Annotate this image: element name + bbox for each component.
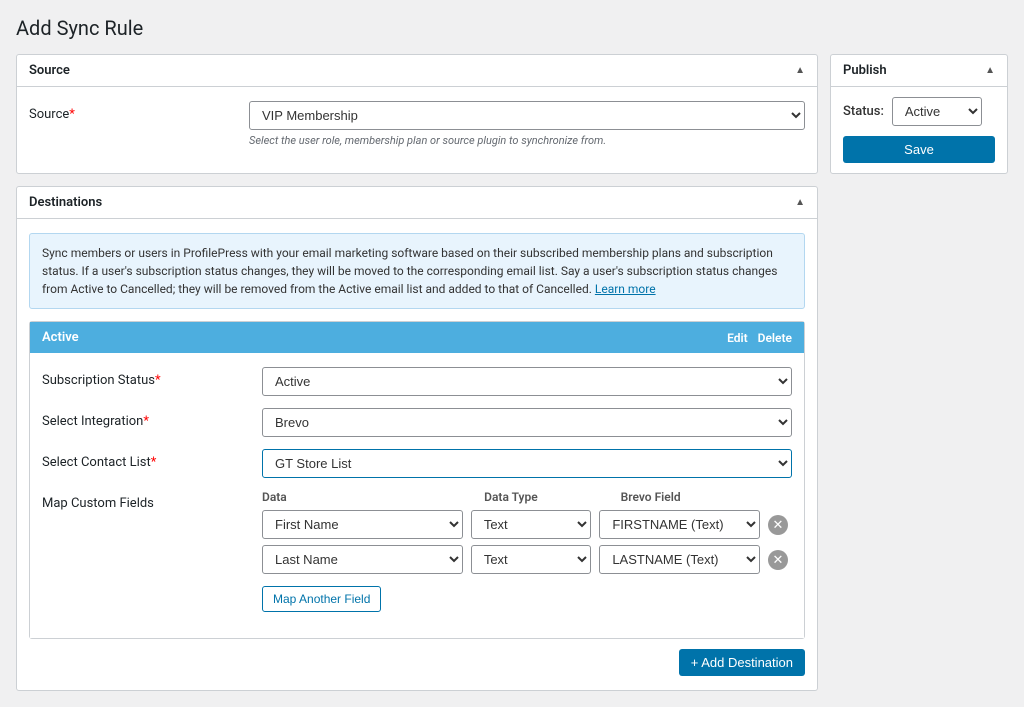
info-banner: Sync members or users in ProfilePress wi… (29, 233, 805, 309)
map-field-select-1[interactable]: FIRSTNAME (Text) (599, 510, 760, 539)
destinations-card-body: Sync members or users in ProfilePress wi… (17, 219, 817, 690)
integration-select[interactable]: Brevo (262, 408, 792, 437)
integration-row: Select Integration* Brevo (42, 408, 792, 437)
status-label: Status: (843, 104, 884, 119)
learn-more-link[interactable]: Learn more (595, 282, 656, 296)
add-destination-row: + Add Destination (29, 649, 805, 676)
publish-card: Publish ▲ Status: Active Save (830, 54, 1008, 174)
remove-field-btn-2[interactable]: ✕ (768, 550, 788, 570)
destination-body: Subscription Status* Active Selec (30, 353, 804, 638)
add-destination-button[interactable]: + Add Destination (679, 649, 805, 676)
source-help-text: Select the user role, membership plan or… (249, 134, 805, 147)
source-form-row: Source* VIP Membership Select the user r… (29, 101, 805, 147)
contact-list-select[interactable]: GT Store List (262, 449, 792, 478)
destinations-card-header: Destinations ▲ (17, 187, 817, 219)
destinations-chevron-icon[interactable]: ▲ (795, 197, 805, 208)
map-data-select-2[interactable]: Last Name (262, 545, 463, 574)
map-field-row-2: Last Name Text (262, 545, 792, 574)
contact-list-control: GT Store List (262, 449, 792, 478)
source-card-header: Source ▲ (17, 55, 817, 87)
map-data-select-1[interactable]: First Name (262, 510, 463, 539)
publish-chevron-icon[interactable]: ▲ (985, 65, 995, 76)
source-card-body: Source* VIP Membership Select the user r… (17, 87, 817, 173)
remove-field-btn-1[interactable]: ✕ (768, 515, 788, 535)
map-field-row-1: First Name Text (262, 510, 792, 539)
page-title: Add Sync Rule (16, 16, 1008, 40)
map-fields-control: Data Data Type Brevo Field First Name (262, 490, 792, 612)
source-control: VIP Membership Select the user role, mem… (249, 101, 805, 147)
destination-header: Active Edit Delete (30, 322, 804, 353)
map-fields-label: Map Custom Fields (42, 490, 262, 511)
save-button[interactable]: Save (843, 136, 995, 163)
destination-title: Active (42, 330, 79, 345)
sub-status-control: Active (262, 367, 792, 396)
map-another-field-button[interactable]: Map Another Field (262, 586, 381, 612)
publish-status-row: Status: Active (843, 97, 995, 126)
destination-header-actions: Edit Delete (727, 331, 792, 345)
destinations-card: Destinations ▲ Sync members or users in … (16, 186, 818, 691)
publish-card-header: Publish ▲ (831, 55, 1007, 87)
info-text: Sync members or users in ProfilePress wi… (42, 246, 777, 296)
source-card: Source ▲ Source* VIP Membership Select t… (16, 54, 818, 174)
map-field-select-2[interactable]: LASTNAME (Text) (599, 545, 760, 574)
col-header-data: Data (262, 490, 476, 504)
map-type-select-2[interactable]: Text (471, 545, 592, 574)
delete-link[interactable]: Delete (758, 331, 792, 345)
status-select[interactable]: Active (892, 97, 982, 126)
col-header-type: Data Type (484, 490, 613, 504)
publish-body: Status: Active Save (831, 87, 1007, 173)
sub-status-row: Subscription Status* Active (42, 367, 792, 396)
sub-status-label: Subscription Status* (42, 367, 262, 388)
contact-list-label: Select Contact List* (42, 449, 262, 470)
map-fields-row: Map Custom Fields Data Data Type Brevo F… (42, 490, 792, 612)
sub-status-select[interactable]: Active (262, 367, 792, 396)
map-type-select-1[interactable]: Text (471, 510, 592, 539)
publish-col: Publish ▲ Status: Active Save (830, 54, 1008, 174)
map-fields-header: Data Data Type Brevo Field (262, 490, 792, 504)
destination-block: Active Edit Delete Subscription Status* (29, 321, 805, 639)
source-heading: Source (29, 63, 70, 78)
edit-link[interactable]: Edit (727, 331, 748, 345)
publish-heading: Publish (843, 63, 887, 78)
contact-list-row: Select Contact List* GT Store List (42, 449, 792, 478)
source-select[interactable]: VIP Membership (249, 101, 805, 130)
integration-control: Brevo (262, 408, 792, 437)
col-header-field: Brevo Field (621, 490, 792, 504)
integration-label: Select Integration* (42, 408, 262, 429)
source-chevron-icon[interactable]: ▲ (795, 65, 805, 76)
source-label: Source* (29, 101, 249, 122)
destinations-heading: Destinations (29, 195, 102, 210)
